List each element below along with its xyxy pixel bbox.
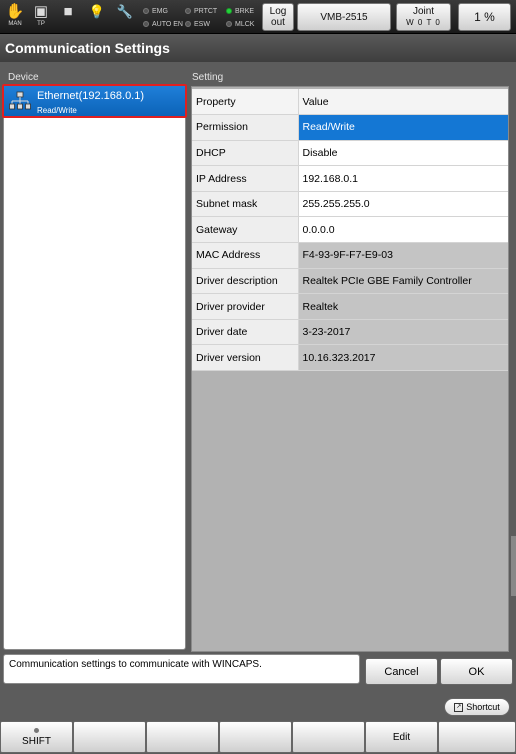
device-name: Ethernet(192.168.0.1) (37, 90, 145, 102)
value-cell[interactable]: 192.168.0.1 (298, 165, 508, 192)
property-cell: Permission (192, 114, 299, 141)
table-row-permission[interactable]: Permission Read/Write (192, 114, 508, 141)
property-cell: DHCP (192, 140, 299, 167)
column-header-value: Value (298, 89, 508, 116)
device-item-ethernet[interactable]: Ethernet(192.168.0.1) Read/Write (2, 84, 187, 118)
esw-indicator: ESW (185, 18, 210, 30)
shortcut-icon: ↗ (454, 702, 464, 712)
emg-indicator: EMG (143, 5, 168, 17)
table-row-driver-date: Driver date 3-23-2017 (192, 319, 508, 346)
network-icon (9, 91, 31, 110)
property-cell: MAC Address (192, 242, 299, 269)
stop-icon[interactable]: ■ (57, 2, 79, 32)
auto-en-indicator: AUTO EN (143, 18, 183, 30)
property-cell: Driver provider (192, 293, 299, 320)
function-key-2[interactable] (73, 721, 146, 753)
auto-en-led-icon (143, 21, 149, 27)
table-row-driver-provider: Driver provider Realtek (192, 293, 508, 320)
wrench-icon[interactable]: 🔧 (114, 2, 136, 32)
setting-section-label: Setting (192, 72, 224, 83)
prtct-led-icon (185, 8, 191, 14)
settings-table: Property Value Permission Read/Write DHC… (192, 89, 508, 372)
value-cell[interactable]: 0.0.0.0 (298, 216, 508, 244)
edit-key[interactable]: Edit (365, 721, 438, 753)
table-header-row: Property Value (192, 89, 508, 116)
ok-button[interactable]: OK (440, 658, 513, 685)
value-cell: Realtek PCIe GBE Family Controller (298, 268, 508, 295)
property-cell: Subnet mask (192, 191, 299, 218)
table-row-subnet-mask[interactable]: Subnet mask 255.255.255.0 (192, 191, 508, 218)
mlck-indicator: MLCK (226, 18, 254, 30)
value-cell: 10.16.323.2017 (298, 344, 508, 372)
man-mode-icon[interactable]: ✋ MAN (4, 2, 26, 32)
value-cell[interactable]: Disable (298, 140, 508, 167)
esw-led-icon (185, 21, 191, 27)
shift-key[interactable]: SHIFT (0, 721, 73, 753)
table-row-driver-description: Driver description Realtek PCIe GBE Fami… (192, 268, 508, 295)
value-cell: Realtek (298, 293, 508, 320)
table-row-gateway[interactable]: Gateway 0.0.0.0 (192, 216, 508, 244)
status-bar: ✋ MAN ▣ TP ■ 💡 🔧 EMG AUTO EN PRTCT ESW B… (0, 0, 516, 34)
device-list (3, 84, 186, 650)
property-cell: Driver description (192, 268, 299, 295)
page-title: Communication Settings (0, 34, 516, 62)
brke-indicator: BRKE (226, 5, 254, 17)
device-section-label: Device (8, 72, 39, 83)
property-cell: Driver date (192, 319, 299, 346)
mlck-led-icon (226, 21, 232, 27)
edge-scroll-handle[interactable] (511, 536, 516, 596)
settings-panel: Property Value Permission Read/Write DHC… (191, 86, 509, 652)
teach-pendant-icon[interactable]: ▣ TP (30, 2, 52, 32)
logout-button[interactable]: Log out (262, 3, 294, 31)
emg-led-icon (143, 8, 149, 14)
property-cell: IP Address (192, 165, 299, 192)
function-key-7[interactable] (438, 721, 516, 753)
column-header-property: Property (192, 89, 299, 116)
brke-led-icon (226, 8, 232, 14)
robot-name-button[interactable]: VMB-2515 (297, 3, 391, 31)
speed-button[interactable]: 1 % (458, 3, 511, 31)
cancel-button[interactable]: Cancel (365, 658, 438, 685)
property-cell: Gateway (192, 216, 299, 244)
lightbulb-icon[interactable]: 💡 (86, 2, 108, 32)
shortcut-button[interactable]: ↗ Shortcut (444, 698, 510, 716)
value-cell: 3-23-2017 (298, 319, 508, 346)
value-cell: F4-93-9F-F7-E9-03 (298, 242, 508, 269)
table-row-driver-version: Driver version 10.16.323.2017 (192, 344, 508, 372)
table-row-ip-address[interactable]: IP Address 192.168.0.1 (192, 165, 508, 192)
value-cell[interactable]: 255.255.255.0 (298, 191, 508, 218)
device-permission: Read/Write (37, 106, 77, 115)
function-key-bar: SHIFT Edit (0, 720, 516, 754)
table-row-dhcp[interactable]: DHCP Disable (192, 140, 508, 167)
table-row-mac-address: MAC Address F4-93-9F-F7-E9-03 (192, 242, 508, 269)
joint-mode-button[interactable]: Joint W 0 T 0 (396, 3, 451, 31)
status-message: Communication settings to communicate wi… (3, 654, 360, 684)
value-cell[interactable]: Read/Write (298, 114, 508, 141)
function-key-5[interactable] (292, 721, 365, 753)
function-key-3[interactable] (146, 721, 219, 753)
function-key-4[interactable] (219, 721, 292, 753)
prtct-indicator: PRTCT (185, 5, 217, 17)
property-cell: Driver version (192, 344, 299, 372)
shift-indicator-icon (34, 727, 39, 733)
